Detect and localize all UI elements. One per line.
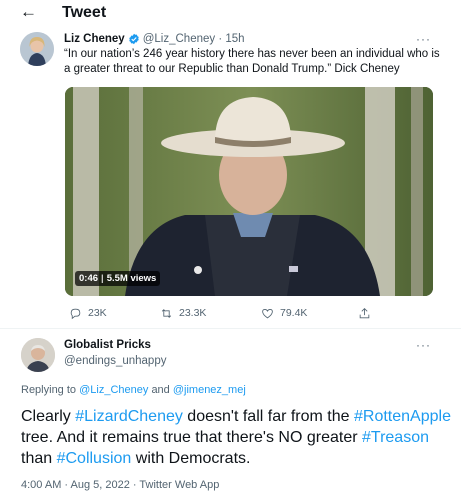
hashtag-link[interactable]: #RottenApple	[354, 408, 451, 425]
avatar[interactable]	[20, 32, 54, 66]
more-options-icon[interactable]: ···	[416, 32, 431, 46]
video-badge: 0:46 | 5.5M views	[75, 271, 161, 286]
globalist-pricks-avatar-image	[21, 338, 55, 372]
arrow-left-icon[interactable]: ←	[20, 2, 37, 22]
tweet-metadata[interactable]: 4:00 AM · Aug 5, 2022 · Twitter Web App	[21, 479, 219, 491]
video-player[interactable]: 0:46 | 5.5M views	[65, 87, 433, 296]
separator-dot: ·	[218, 33, 223, 45]
quoted-tweet-text: “In our nation’s 246 year history there …	[64, 48, 440, 75]
share-icon	[359, 307, 370, 318]
replying-prefix: Replying to	[21, 384, 77, 396]
reply-count: 23K	[88, 307, 107, 319]
text-segment: doesn't fall far from the	[182, 408, 354, 425]
divider	[0, 328, 461, 329]
quoted-tweet-header: Liz Cheney @Liz_Cheney · 15h	[64, 33, 245, 45]
share-action[interactable]	[358, 305, 377, 321]
text-segment: than	[21, 450, 57, 467]
heart-icon	[262, 308, 273, 318]
author-name[interactable]: Globalist Pricks	[64, 339, 151, 351]
retweet-icon	[161, 308, 172, 318]
badge-separator: |	[101, 273, 104, 284]
replying-and: and	[151, 384, 170, 396]
verified-badge-icon	[128, 33, 139, 45]
liz-cheney-avatar-image	[20, 32, 54, 66]
page-title: Tweet	[62, 4, 107, 21]
hashtag-link[interactable]: #Treason	[362, 429, 429, 446]
more-options-icon[interactable]: ···	[416, 338, 431, 352]
like-count: 79.4K	[280, 307, 308, 319]
reply-icon	[70, 308, 81, 319]
video-duration: 0:46	[79, 273, 99, 284]
tweet-time[interactable]: 15h	[225, 33, 244, 45]
video-thumbnail	[65, 87, 433, 296]
reply-action[interactable]: 23K	[69, 305, 107, 321]
author-handle[interactable]: @endings_unhappy	[64, 355, 166, 367]
like-action[interactable]: 79.4K	[261, 305, 307, 321]
text-segment: with Democrats.	[131, 450, 251, 467]
hashtag-link[interactable]: #Collusion	[57, 450, 132, 467]
video-views: 5.5M views	[106, 273, 157, 284]
mention-link[interactable]: @Liz_Cheney	[79, 384, 148, 396]
text-segment: Clearly	[21, 408, 76, 425]
author-name[interactable]: Liz Cheney	[64, 33, 125, 45]
tweet-text: Clearly #LizardCheney doesn't fall far f…	[21, 406, 461, 469]
avatar[interactable]	[21, 338, 55, 372]
retweet-action[interactable]: 23.3K	[160, 305, 206, 321]
time-separator: ·	[215, 33, 225, 45]
mention-link[interactable]: @jimenez_mej	[173, 384, 246, 396]
replying-to: Replying to @Liz_Cheney and @jimenez_mej	[21, 384, 246, 396]
top-bar: ← Tweet	[0, 0, 461, 26]
retweet-count: 23.3K	[179, 307, 207, 319]
text-segment: tree. And it remains true that there's N…	[21, 429, 362, 446]
author-handle[interactable]: @Liz_Cheney	[143, 33, 215, 45]
hashtag-link[interactable]: #LizardCheney	[75, 408, 183, 425]
